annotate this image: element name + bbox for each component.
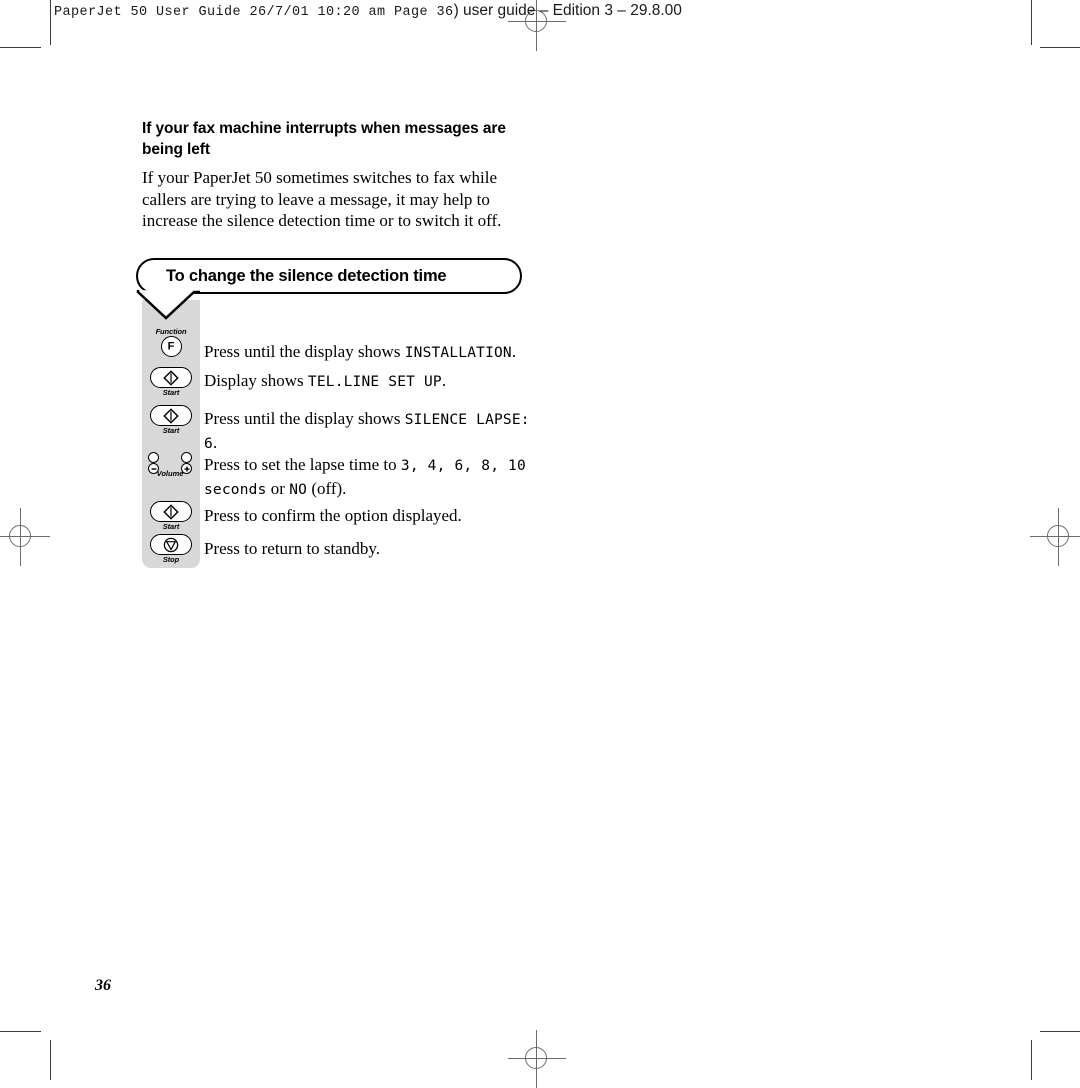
crop-mark-top-left-vertical [50,0,51,45]
section-paragraph: If your PaperJet 50 sometimes switches t… [142,168,502,230]
lcd-display-text: INSTALLATION [404,345,512,361]
start-button-caption: Start [162,388,180,397]
diamond-icon [163,408,179,423]
step-button-cell: Start [142,501,200,531]
step-text-part: Press until the display shows [204,409,405,428]
crop-mark-top-left-horizontal [0,47,41,48]
diamond-icon [163,370,179,385]
callout-bubble: To change the silence detection time [136,258,536,320]
page-number: 36 [95,977,111,994]
step-text-part: Press to set the lapse time to [204,455,401,474]
header-edition-info: ) user guide – Edition 3 – 29.8.00 [453,2,682,19]
step-text-part: Display shows [204,371,308,390]
crop-mark-bottom-left-horizontal [0,1031,41,1032]
volume-caption: Volume [156,469,184,478]
step-instruction: Press to confirm the option displayed. [204,505,544,527]
crop-mark-bottom-right-horizontal [1040,1031,1080,1032]
volume-down-upper-dot[interactable] [148,452,159,463]
callout-bubble-tail [136,290,200,320]
start-button-icon[interactable] [150,405,192,426]
step-button-cell: Volume [141,452,199,478]
step-button-cell: Start [142,405,200,435]
step-text-part: or [266,478,290,498]
stop-button-caption: Stop [162,555,180,564]
step-button-cell: Stop [142,534,200,564]
crop-mark-top-right-horizontal [1040,47,1080,48]
registration-mark-right [1030,508,1080,566]
plus-icon [184,466,189,471]
step-text-part: (off). [307,478,347,498]
step-text-part: . [441,371,447,390]
step-instruction: Press to set the lapse time to 3, 4, 6, … [204,454,544,501]
step-instruction: Display shows TEL.LINE SET UP. [204,370,544,394]
stop-button-icon[interactable] [150,534,192,555]
crop-mark-bottom-right-vertical [1031,1040,1032,1080]
function-button-caption: Function [155,327,187,336]
start-button-icon[interactable] [150,367,192,388]
step-text-part: Press until the display shows [204,342,405,361]
step-text-part: . [212,432,218,452]
step-text-part: Press to confirm the option displayed. [204,506,462,525]
registration-mark-bottom [508,1030,566,1088]
function-button-glyph: F [167,340,175,352]
crop-mark-top-right-vertical [1031,0,1032,45]
step-instruction: Press until the display shows INSTALLATI… [204,341,544,365]
start-button-caption: Start [162,522,180,531]
lcd-display-text: NO [289,481,308,498]
step-instruction: Press until the display shows SILENCE LA… [204,408,544,455]
step-button-cell: Function F [142,327,200,357]
start-button-icon[interactable] [150,501,192,522]
callout-title: To change the silence detection time [166,267,447,285]
step-text-part: Press to return to standby. [204,539,380,558]
registration-mark-circle [525,1047,547,1069]
step-text-part: . [511,342,517,361]
diamond-icon [163,504,179,519]
registration-mark-circle [9,525,31,547]
start-button-caption: Start [162,426,180,435]
volume-up-upper-dot[interactable] [181,452,192,463]
volume-control-icon[interactable]: Volume [143,452,197,478]
registration-mark-circle [1047,525,1069,547]
registration-mark-left [0,508,50,566]
step-button-cell: Start [142,367,200,397]
triangle-down-icon [163,537,179,552]
section-heading: If your fax machine interrupts when mess… [142,120,506,158]
crop-mark-bottom-left-vertical [50,1040,51,1080]
step-instruction: Press to return to standby. [204,538,544,560]
header-file-info: PaperJet 50 User Guide 26/7/01 10:20 am … [54,5,454,20]
function-button-icon[interactable]: F [160,336,182,357]
lcd-display-text: TEL.LINE SET UP [307,374,442,390]
page-header: PaperJet 50 User Guide 26/7/01 10:20 am … [54,1,682,23]
